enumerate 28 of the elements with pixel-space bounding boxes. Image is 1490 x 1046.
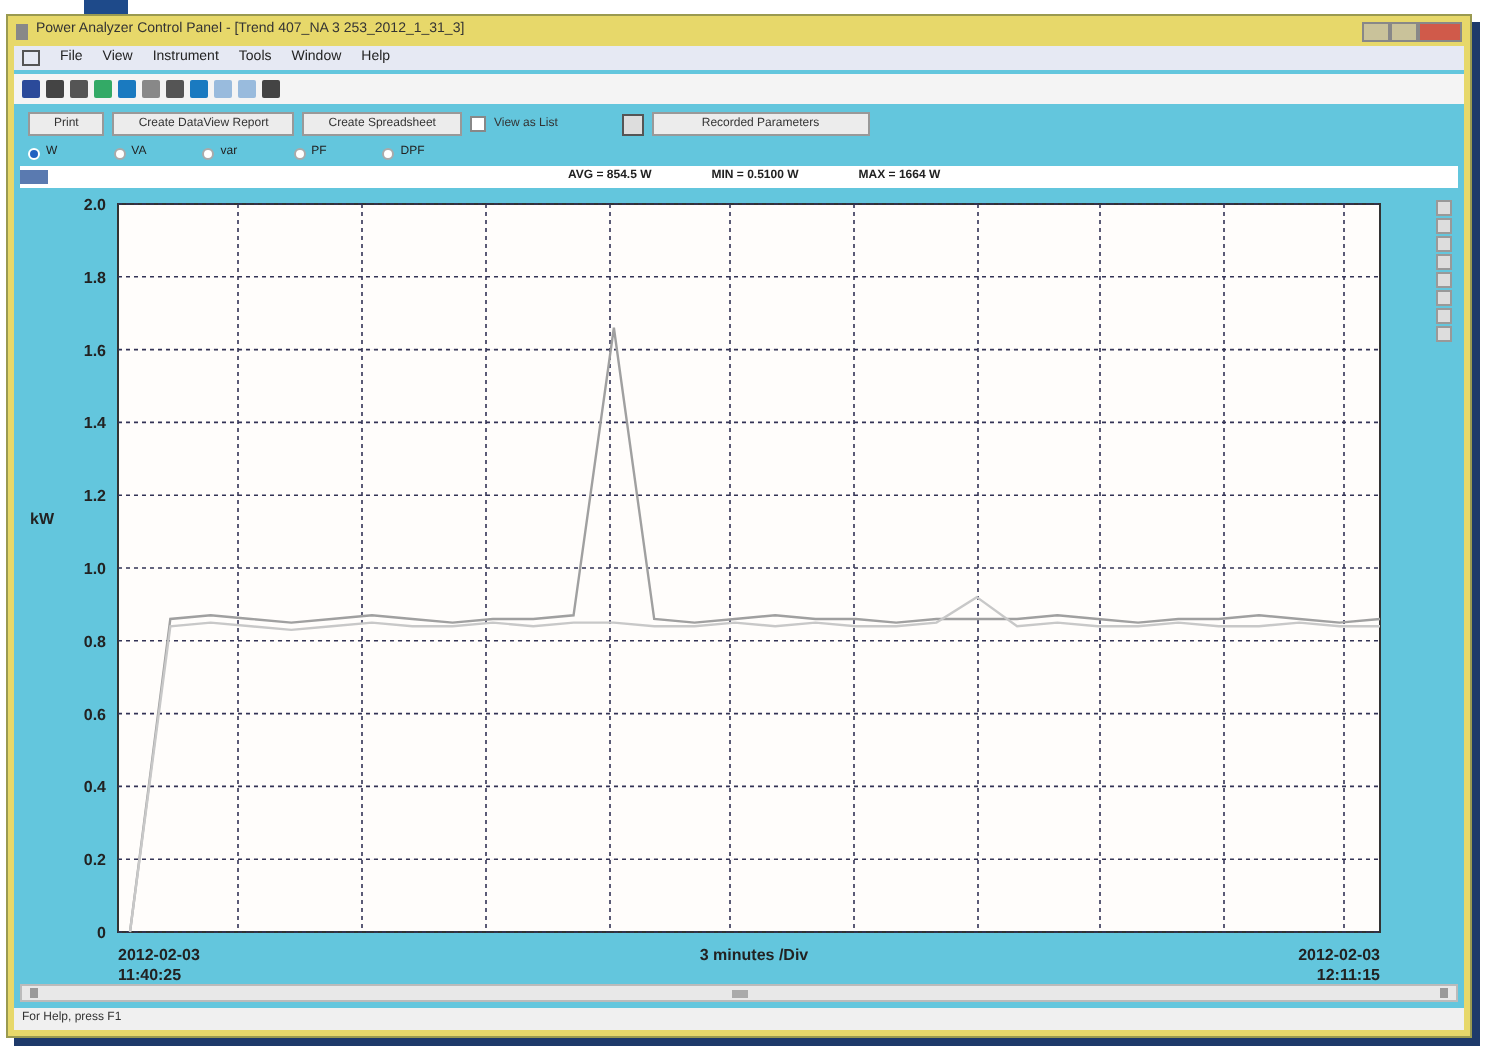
radio-button[interactable]: [202, 147, 215, 159]
y-tick-label: 0.6: [83, 705, 106, 724]
y-tick-label: 1.6: [83, 341, 106, 360]
y-tick-label: 1.8: [83, 268, 106, 287]
maximize-button[interactable]: [1390, 21, 1418, 41]
close-button[interactable]: [1418, 21, 1462, 41]
radio-button[interactable]: [382, 147, 395, 159]
y-tick-label: 1.0: [83, 560, 106, 578]
end-time-label: 2012-02-03 12:11:15: [1298, 946, 1380, 984]
y-tick-label: 0.2: [83, 851, 106, 870]
y-axis-label: kW: [30, 510, 54, 528]
scroll-thumb[interactable]: [731, 989, 747, 997]
document-icon: [22, 50, 40, 66]
checkbox[interactable]: [469, 116, 486, 132]
radio-button[interactable]: [293, 147, 306, 159]
y-tick-label: 1.2: [83, 487, 106, 506]
y-tick-label: 0: [97, 924, 106, 942]
legend-icon: [20, 170, 48, 184]
y-tick-label: 0.8: [83, 632, 106, 651]
minimize-button[interactable]: [1362, 21, 1390, 41]
y-tick-label: 2.0: [83, 196, 106, 214]
radio-button[interactable]: [113, 147, 126, 159]
division-label: 3 minutes /Div: [699, 946, 809, 964]
y-tick-label: 1.4: [83, 414, 106, 433]
horizontal-scrollbar[interactable]: [20, 984, 1458, 1002]
app-icon: [16, 23, 28, 39]
start-time-label: 2012-02-03 11:40:25: [118, 946, 200, 984]
y-tick-label: 0.4: [83, 778, 106, 797]
